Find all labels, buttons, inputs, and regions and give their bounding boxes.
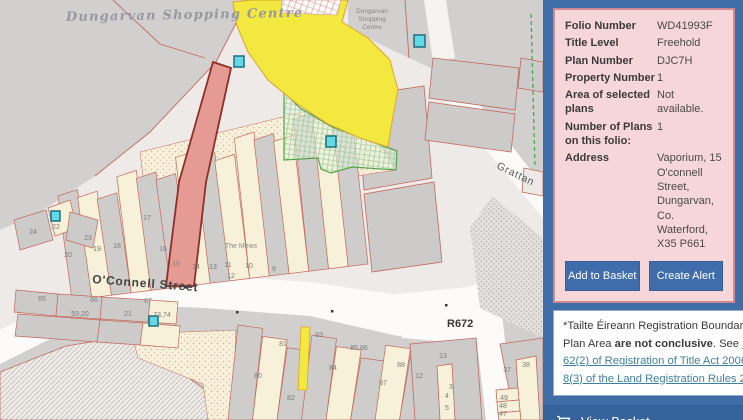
building-number: 87: [379, 380, 387, 387]
building-number: 81: [279, 341, 287, 348]
info-value: 1: [657, 120, 723, 149]
building-number: 82: [287, 395, 295, 402]
info-value: Freehold: [657, 36, 723, 50]
building-number: 21: [124, 311, 132, 318]
building-number: 38: [522, 362, 530, 369]
view-basket-item[interactable]: View Basket: [543, 406, 743, 420]
street-label: The Mews: [225, 243, 258, 250]
info-row: Folio NumberWD41993F: [565, 19, 723, 33]
building-number: 17: [143, 215, 151, 222]
disclaimer-box: *Tailte Éireann Registration Boundaries …: [553, 310, 743, 395]
building-number: 11: [224, 262, 231, 269]
building-number: 22: [52, 224, 60, 231]
cyan-marker[interactable]: [326, 136, 336, 147]
building-number: 47: [499, 411, 507, 418]
panel-menu: View Basket Print Current View Help: [543, 405, 743, 420]
building-number: 10: [245, 263, 253, 270]
create-alert-button[interactable]: Create Alert: [649, 261, 724, 291]
street-label: R672: [447, 318, 473, 330]
info-row: Property Number1: [565, 71, 723, 85]
info-label: Folio Number: [565, 19, 657, 33]
info-label: Property Number: [565, 71, 657, 85]
building-number: 12: [227, 273, 235, 280]
building-number: 4: [445, 393, 449, 400]
info-label: Address: [565, 151, 657, 251]
street-label: Shopping: [358, 16, 386, 23]
side-panel: Folio NumberWD41993FTitle LevelFreeholdP…: [543, 0, 743, 420]
info-row: Title LevelFreehold: [565, 36, 723, 50]
map-canvas[interactable]: Dungarvan Shopping CentreDungarvanShoppi…: [0, 0, 543, 420]
building-number: 88: [397, 362, 405, 369]
info-row: Area of selected plansNot available.: [565, 88, 723, 117]
cart-icon: [556, 415, 572, 420]
app-window: Dungarvan Shopping CentreDungarvanShoppi…: [0, 0, 743, 420]
building-number: 84: [329, 365, 337, 372]
building-number: 5: [445, 405, 449, 412]
building-number: 12: [415, 373, 423, 380]
building-number: 16: [159, 246, 167, 253]
info-label: Title Level: [565, 36, 657, 50]
view-basket-label: View Basket: [581, 415, 650, 420]
cyan-marker[interactable]: [51, 211, 60, 221]
info-label: Plan Number: [565, 54, 657, 68]
building-number: 80: [254, 373, 262, 380]
info-value: Vaporium, 15 O'connell Street, Dungarvan…: [657, 151, 723, 251]
cyan-marker[interactable]: [414, 35, 425, 47]
info-value: 1: [657, 71, 723, 85]
building-number: 85,86: [350, 345, 368, 352]
info-row: AddressVaporium, 15 O'connell Street, Du…: [565, 151, 723, 251]
building-number: 73,74: [153, 312, 171, 319]
building-number: 49: [500, 395, 508, 402]
info-value: DJC7H: [657, 54, 723, 68]
building-number: 83: [315, 332, 323, 339]
info-row: Plan NumberDJC7H: [565, 54, 723, 68]
info-label: Area of selected plans: [565, 88, 657, 117]
folio-info-rows: Folio NumberWD41993FTitle LevelFreeholdP…: [565, 19, 723, 251]
building-number: 24: [29, 229, 37, 236]
cyan-marker[interactable]: [234, 56, 244, 67]
building-number: 23: [84, 235, 92, 242]
info-label: Number of Plans on this folio:: [565, 120, 657, 149]
buildings-south-east: [410, 338, 543, 420]
map[interactable]: Dungarvan Shopping CentreDungarvanShoppi…: [0, 0, 543, 420]
building-number: 19: [93, 246, 101, 253]
street-label: Centre: [362, 24, 382, 31]
parcel-block: [364, 182, 442, 272]
street-label: Dungarvan: [356, 8, 388, 15]
building-number: 3: [449, 384, 453, 391]
add-to-basket-button[interactable]: Add to Basket: [565, 261, 640, 291]
building-number: 65: [38, 296, 46, 303]
disclaimer-bold: are not conclusive: [615, 338, 713, 350]
building-number: 13: [209, 264, 217, 271]
folio-info-box: Folio NumberWD41993FTitle LevelFreeholdP…: [553, 8, 735, 303]
building-number: 37: [503, 367, 511, 374]
building-number: 9: [272, 266, 276, 273]
building-number: 67: [144, 298, 152, 305]
info-value: WD41993F: [657, 19, 723, 33]
building-number: 59,20: [71, 311, 89, 318]
building-number: 20: [64, 252, 72, 259]
building-number: 66: [90, 297, 98, 304]
building-number: 15: [172, 261, 180, 268]
info-row: Number of Plans on this folio:1: [565, 120, 723, 149]
building-number: 13: [439, 353, 447, 360]
building-number: 14: [192, 264, 200, 271]
info-value: Not available.: [657, 88, 723, 117]
building-number: 18: [113, 243, 121, 250]
building-number: 48: [499, 403, 507, 410]
